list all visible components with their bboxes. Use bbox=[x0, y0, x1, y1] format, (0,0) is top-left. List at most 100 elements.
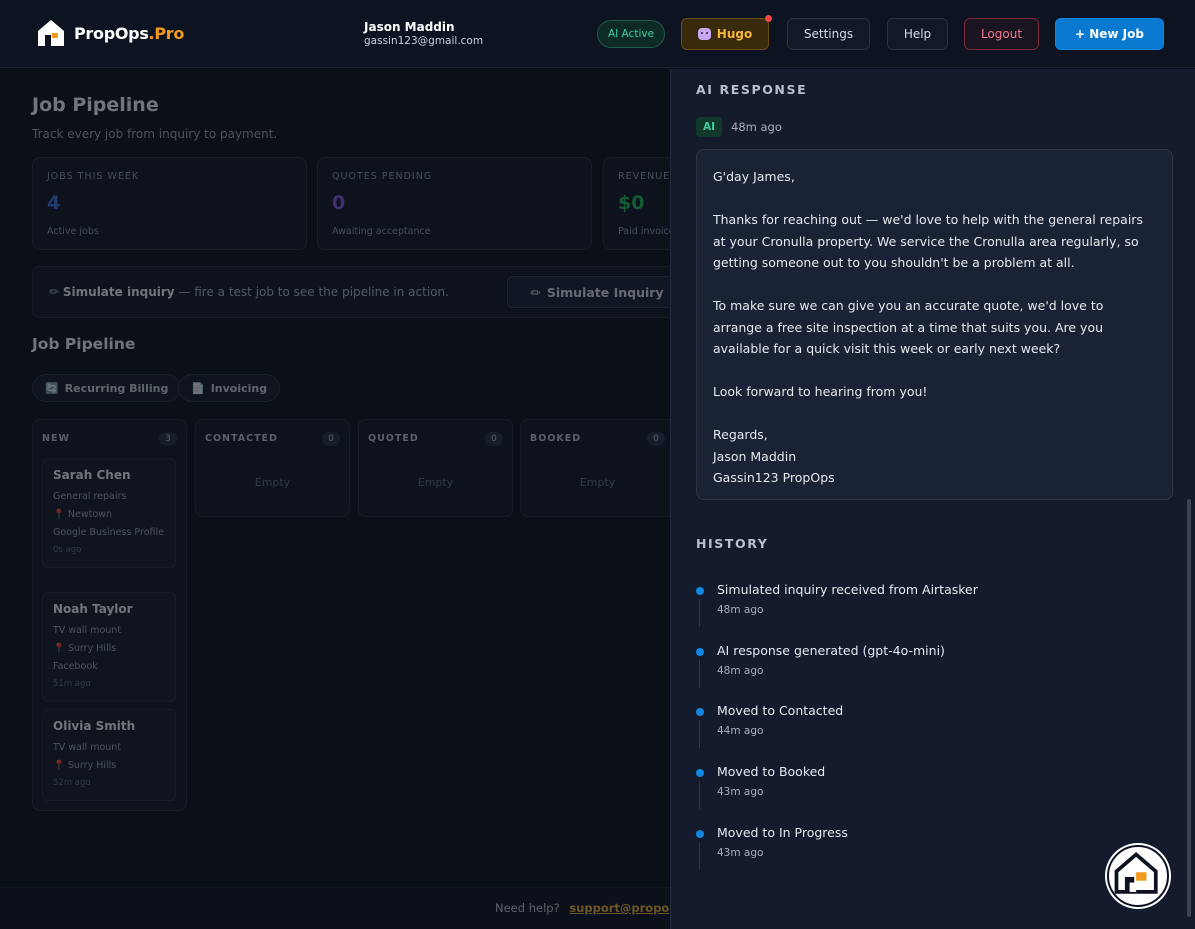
invoicing-chip[interactable]: 📄 Invoicing bbox=[178, 374, 281, 402]
history-time: 43m ago bbox=[717, 847, 764, 859]
history-event: Moved to Contacted bbox=[717, 703, 844, 718]
column-header: BOOKED bbox=[530, 433, 582, 444]
simulate-button-label: Simulate Inquiry bbox=[546, 284, 664, 300]
page-title: Job Pipeline bbox=[32, 94, 159, 116]
notification-dot bbox=[765, 15, 772, 22]
page-subtitle: Track every job from inquiry to payment. bbox=[32, 127, 278, 141]
repeat-icon: 🔄 bbox=[45, 381, 59, 395]
hugo-button[interactable]: Hugo bbox=[681, 15, 772, 50]
logout-button[interactable]: Logout bbox=[964, 18, 1039, 50]
pencil-icon: ✏ bbox=[530, 284, 541, 300]
pencil-icon: ✏ bbox=[49, 285, 60, 299]
ai-response-body: G'day James, Thanks for reaching out — w… bbox=[696, 149, 1173, 500]
stat-label: REVENUE bbox=[618, 171, 670, 182]
column-header: QUOTED bbox=[368, 433, 419, 444]
pin-icon: 📍 bbox=[53, 643, 65, 654]
job-card[interactable]: Olivia Smith TV wall mount 📍 Surry Hills… bbox=[42, 709, 176, 801]
stat-label: JOBS THIS WEEK bbox=[47, 171, 140, 182]
job-customer: Noah Taylor bbox=[53, 602, 133, 616]
history-time: 44m ago bbox=[717, 725, 764, 737]
stat-value: $0 bbox=[618, 192, 645, 214]
stat-label: QUOTES PENDING bbox=[332, 171, 433, 182]
job-source: Facebook bbox=[53, 661, 98, 672]
timeline-line bbox=[699, 660, 700, 688]
history-time: 48m ago bbox=[717, 665, 764, 677]
column-empty: Empty bbox=[254, 476, 291, 489]
stat-card-jobs: JOBS THIS WEEK 4 Active jobs bbox=[32, 157, 307, 250]
footer-help: Need help? support@propop bbox=[495, 901, 670, 915]
simulate-desc: — fire a test job to see the pipeline in… bbox=[174, 285, 449, 299]
column-contacted: CONTACTED 0 Empty bbox=[195, 419, 350, 517]
hugo-label: Hugo bbox=[716, 27, 753, 41]
history-time: 43m ago bbox=[717, 786, 764, 798]
pin-icon: 📍 bbox=[53, 760, 65, 771]
job-customer: Olivia Smith bbox=[53, 719, 136, 733]
column-quoted: QUOTED 0 Empty bbox=[358, 419, 513, 517]
ai-response-heading: AI RESPONSE bbox=[696, 82, 808, 97]
job-time: 0s ago bbox=[53, 545, 82, 555]
assistant-fab-button[interactable] bbox=[1107, 845, 1169, 907]
history-time: 48m ago bbox=[717, 604, 764, 616]
simulate-inquiry-button[interactable]: ✏ Simulate Inquiry bbox=[507, 276, 670, 308]
chip-label: Invoicing bbox=[210, 381, 268, 395]
new-job-button[interactable]: + New Job bbox=[1055, 18, 1164, 50]
brand-name: PropOps.Pro bbox=[74, 23, 185, 43]
recurring-billing-chip[interactable]: 🔄 Recurring Billing bbox=[32, 374, 182, 402]
job-customer: Sarah Chen bbox=[53, 468, 131, 482]
job-detail-panel: AI RESPONSE AI 48m ago G'day James, Than… bbox=[670, 69, 1195, 929]
response-paragraph: Thanks for reaching out — we'd love to h… bbox=[713, 212, 1143, 270]
job-location: 📍 Surry Hills bbox=[53, 643, 117, 654]
panel-scrollbar[interactable] bbox=[1187, 499, 1191, 917]
simulate-bar: ✏ Simulate inquiry — fire a test job to … bbox=[32, 266, 670, 318]
job-time: 52m ago bbox=[53, 778, 91, 788]
job-card[interactable]: Noah Taylor TV wall mount 📍 Surry Hills … bbox=[42, 592, 176, 702]
column-header: NEW bbox=[42, 433, 70, 444]
timeline-dot bbox=[696, 830, 704, 838]
timeline-line bbox=[699, 720, 700, 748]
job-time: 51m ago bbox=[53, 679, 91, 689]
footer: Need help? support@propop bbox=[0, 887, 670, 929]
user-email: gassin123@gmail.com bbox=[364, 35, 484, 47]
job-service: TV wall mount bbox=[53, 742, 122, 753]
pipeline-title: Job Pipeline bbox=[32, 335, 136, 353]
stat-card-revenue: REVENUE $0 Paid invoices bbox=[603, 157, 670, 250]
stat-sub: Active jobs bbox=[47, 226, 99, 237]
response-paragraph: To make sure we can give you an accurate… bbox=[713, 298, 1104, 356]
column-count: 0 bbox=[647, 432, 665, 446]
job-source: Google Business Profile bbox=[53, 527, 164, 538]
ai-response-time: 48m ago bbox=[731, 120, 782, 134]
response-greeting: G'day James, bbox=[713, 169, 795, 184]
user-name: Jason Maddin bbox=[364, 20, 455, 34]
house-logo-icon bbox=[1114, 852, 1158, 894]
settings-button[interactable]: Settings bbox=[787, 18, 870, 50]
user-info: Jason Maddin gassin123@gmail.com bbox=[364, 20, 483, 47]
column-booked: BOOKED 0 Empty bbox=[520, 419, 670, 517]
help-button[interactable]: Help bbox=[887, 18, 948, 50]
column-count: 0 bbox=[485, 432, 503, 446]
main-content: Job Pipeline Track every job from inquir… bbox=[0, 69, 670, 929]
column-new: NEW 3 Sarah Chen General repairs 📍 Newto… bbox=[32, 419, 187, 811]
column-count: 3 bbox=[159, 432, 177, 446]
simulate-text: ✏ Simulate inquiry — fire a test job to … bbox=[49, 285, 449, 299]
support-email-link[interactable]: support@propop bbox=[569, 901, 670, 915]
column-empty: Empty bbox=[417, 476, 454, 489]
timeline-dot bbox=[696, 769, 704, 777]
timeline-dot bbox=[696, 648, 704, 656]
history-heading: HISTORY bbox=[696, 536, 769, 551]
robot-icon bbox=[697, 28, 711, 40]
history-event: Simulated inquiry received from Airtaske… bbox=[717, 582, 978, 597]
column-header: CONTACTED bbox=[205, 433, 278, 444]
timeline-dot bbox=[696, 708, 704, 716]
brand-logo[interactable]: PropOps.Pro bbox=[36, 18, 184, 48]
stat-value: 0 bbox=[332, 192, 346, 214]
column-empty: Empty bbox=[579, 476, 616, 489]
job-service: TV wall mount bbox=[53, 625, 122, 636]
timeline-line bbox=[699, 599, 700, 627]
timeline-line bbox=[699, 842, 700, 870]
simulate-title: Simulate inquiry bbox=[62, 285, 175, 299]
timeline-dot bbox=[696, 587, 704, 595]
stat-sub: Awaiting acceptance bbox=[332, 226, 431, 237]
history-event: AI response generated (gpt-4o-mini) bbox=[717, 643, 945, 658]
stat-value: 4 bbox=[47, 192, 61, 214]
job-card[interactable]: Sarah Chen General repairs 📍 Newtown Goo… bbox=[42, 458, 176, 568]
